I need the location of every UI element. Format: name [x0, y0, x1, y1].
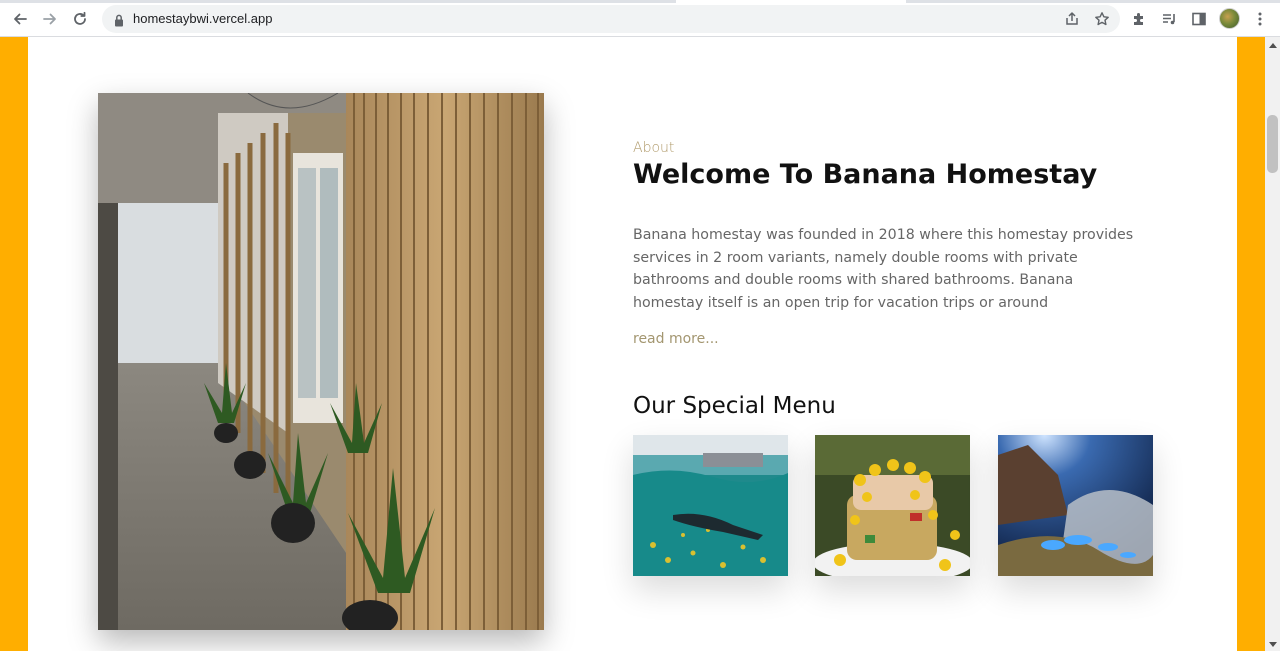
tab-strip: [0, 0, 1280, 3]
menu-card-corn-salad[interactable]: [815, 435, 970, 576]
scroll-up-arrow-icon[interactable]: [1269, 43, 1277, 48]
forward-arrow-icon[interactable]: [39, 8, 61, 30]
special-menu-title: Our Special Menu: [633, 393, 836, 419]
profile-avatar[interactable]: [1219, 8, 1240, 29]
blue-fire-crater-photo: [998, 435, 1153, 576]
right-accent-border: [1237, 37, 1265, 651]
left-accent-border: [0, 37, 28, 651]
menu-card-snorkeling[interactable]: [633, 435, 788, 576]
puzzle-icon[interactable]: [1128, 8, 1150, 30]
menu-card-blue-fire[interactable]: [998, 435, 1153, 576]
lock-icon[interactable]: [114, 12, 124, 31]
active-tab-indicator: [676, 0, 906, 3]
corn-salad-photo: [815, 435, 970, 576]
snorkeling-photo: [633, 435, 788, 576]
about-description: Banana homestay was founded in 2018 wher…: [633, 227, 1134, 311]
read-more-link[interactable]: read more...: [633, 331, 719, 347]
homestay-corridor-photo: [98, 93, 544, 630]
side-panel-icon[interactable]: [1188, 8, 1210, 30]
address-bar[interactable]: homestaybwi.vercel.app: [102, 5, 1120, 33]
kebab-menu-icon[interactable]: [1249, 8, 1271, 30]
scroll-down-arrow-icon[interactable]: [1269, 642, 1277, 647]
star-icon[interactable]: [1093, 10, 1111, 28]
back-arrow-icon[interactable]: [9, 8, 31, 30]
reload-icon[interactable]: [69, 8, 91, 30]
page-viewport: About Welcome To Banana Homestay Banana …: [0, 37, 1280, 651]
welcome-title: Welcome To Banana Homestay: [633, 159, 1098, 190]
vertical-scrollbar[interactable]: [1265, 37, 1280, 651]
about-label: About: [633, 140, 675, 156]
media-queue-icon[interactable]: [1158, 8, 1180, 30]
url-text[interactable]: homestaybwi.vercel.app: [133, 11, 272, 26]
share-icon[interactable]: [1063, 10, 1081, 28]
browser-toolbar: homestaybwi.vercel.app: [0, 0, 1280, 37]
scroll-thumb[interactable]: [1267, 115, 1278, 173]
